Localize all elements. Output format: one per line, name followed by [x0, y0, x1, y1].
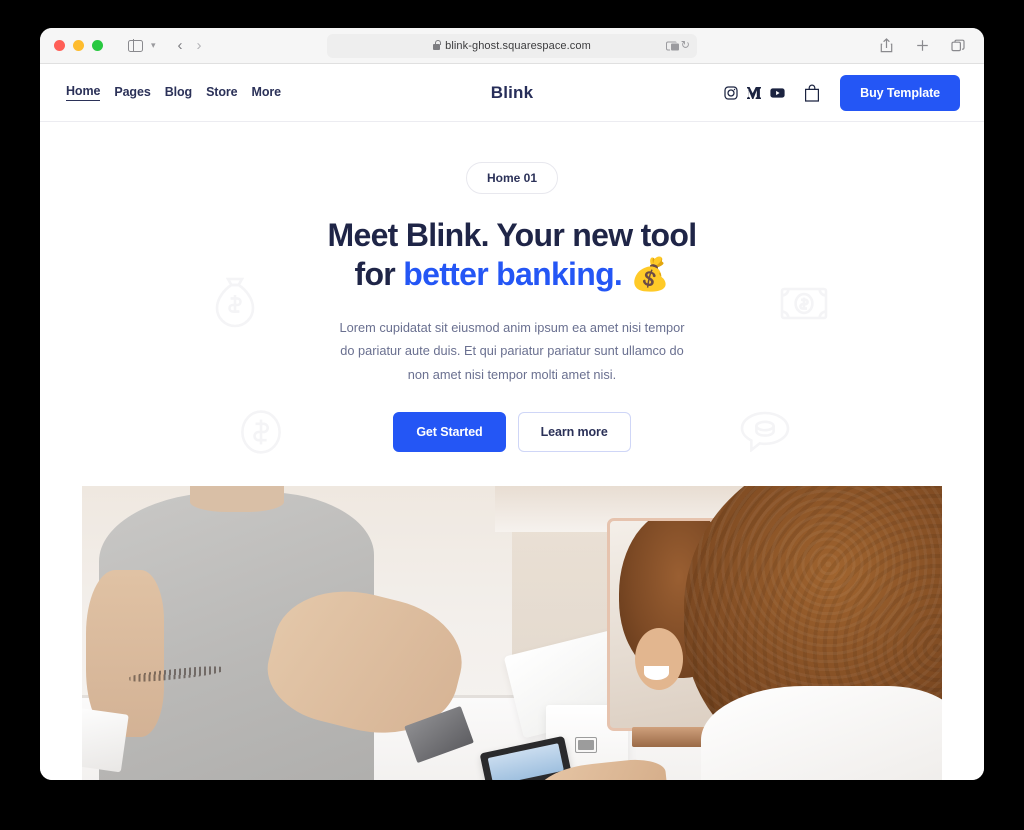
close-window-button[interactable]: [54, 40, 65, 51]
reader-icon[interactable]: [665, 41, 680, 52]
website-viewport: Home Pages Blog Store More Blink Buy Tem…: [40, 64, 984, 780]
header-actions: Buy Template: [724, 74, 960, 111]
browser-right-controls: [876, 36, 968, 56]
tabs-overview-icon[interactable]: [948, 36, 968, 56]
nav-item-home[interactable]: Home: [66, 84, 100, 101]
photo-man-neck: [189, 485, 285, 512]
hero-headline: Meet Blink. Your new tool for better ban…: [40, 216, 984, 294]
nav-item-more[interactable]: More: [252, 85, 282, 101]
hero-photo-scene: [82, 485, 942, 780]
sidebar-toggle-button[interactable]: [125, 36, 145, 56]
nav-item-store[interactable]: Store: [206, 85, 238, 101]
browser-left-controls: ▾ ‹ ›: [125, 36, 202, 56]
hero-paragraph: Lorem cupidatat sit eiusmod anim ipsum e…: [339, 320, 685, 382]
browser-toolbar: ▾ ‹ › blink-ghost.squarespace.com ↻: [40, 28, 984, 64]
lock-icon: [433, 39, 441, 50]
social-links: [724, 85, 785, 100]
window-traffic-lights: [54, 40, 103, 51]
site-logo[interactable]: Blink: [491, 83, 534, 103]
headline-emoji: 💰: [630, 256, 670, 293]
site-header: Home Pages Blog Store More Blink Buy Tem…: [40, 64, 984, 122]
youtube-icon[interactable]: [770, 87, 785, 99]
photo-mirror-face: [634, 628, 683, 691]
instagram-icon[interactable]: [724, 85, 738, 100]
hero-badge: Home 01: [465, 162, 559, 194]
learn-more-button[interactable]: Learn more: [517, 411, 631, 452]
photo-mirror-smile: [643, 665, 670, 681]
navigation-arrows: ‹ ›: [178, 38, 202, 53]
nav-item-pages[interactable]: Pages: [114, 85, 150, 101]
get-started-button[interactable]: Get Started: [393, 411, 506, 452]
chevron-down-icon[interactable]: ▾: [151, 40, 156, 51]
primary-navigation: Home Pages Blog Store More: [66, 84, 281, 101]
headline-line-2-prefix: for: [354, 256, 404, 293]
hero-cta-row: Get Started Learn more: [40, 411, 984, 452]
medium-icon[interactable]: [747, 86, 762, 99]
minimize-window-button[interactable]: [73, 40, 84, 51]
back-button[interactable]: ‹: [178, 38, 183, 53]
hero-image: [82, 485, 942, 780]
reload-icon[interactable]: ↻: [681, 40, 690, 52]
sidebar-icon: [127, 39, 143, 52]
maximize-window-button[interactable]: [92, 40, 103, 51]
browser-window: ▾ ‹ › blink-ghost.squarespace.com ↻ Home…: [40, 28, 984, 780]
forward-button[interactable]: ›: [197, 38, 202, 53]
share-icon[interactable]: [876, 36, 896, 56]
url-text: blink-ghost.squarespace.com: [445, 40, 591, 52]
address-bar[interactable]: blink-ghost.squarespace.com ↻: [327, 34, 697, 58]
shopping-bag-icon[interactable]: [804, 83, 820, 102]
photo-pos-logo: [574, 737, 598, 754]
hero-section: Home 01 Meet Blink. Your new tool for be…: [40, 122, 984, 780]
headline-line-1: Meet Blink. Your new tool: [327, 217, 698, 253]
new-tab-icon[interactable]: [912, 36, 932, 56]
address-bar-actions: ↻: [665, 40, 690, 52]
buy-template-button[interactable]: Buy Template: [840, 74, 960, 111]
headline-accent: better banking.: [403, 256, 623, 293]
nav-item-blog[interactable]: Blog: [165, 85, 192, 101]
photo-woman-shoulder: [701, 685, 942, 780]
